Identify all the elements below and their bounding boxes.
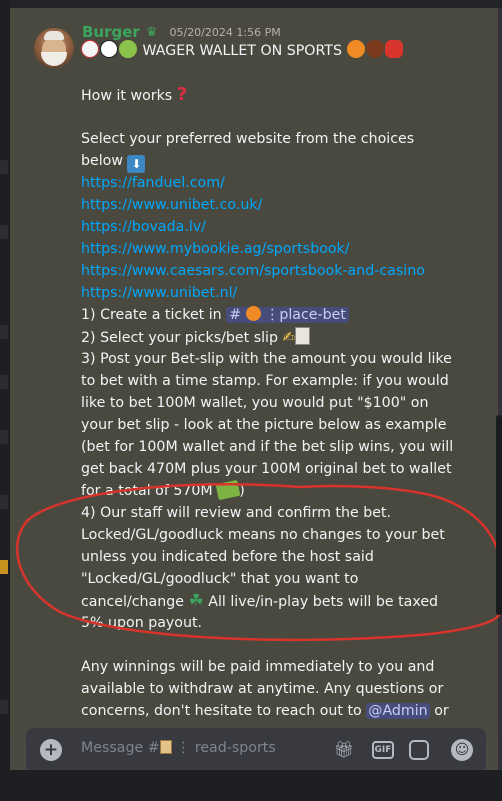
step-3-line: like to bet 100M wallet, you would put "… xyxy=(81,395,429,411)
window-bottom-edge xyxy=(0,770,502,801)
money-with-wings-icon xyxy=(215,479,241,501)
window-top-edge xyxy=(0,0,502,8)
timestamp: 05/20/2024 1:56 PM xyxy=(169,25,281,39)
basketball-icon xyxy=(346,40,365,58)
sticker-icon[interactable] xyxy=(409,740,429,760)
question-mark-icon: ? xyxy=(176,84,188,105)
baseball-icon xyxy=(81,40,99,58)
channel-mention-place-bet[interactable]: # ⋮place-bet xyxy=(226,306,349,323)
step-4-line: unless you indicated before the host sai… xyxy=(81,549,374,565)
message-content: WAGER WALLET ON SPORTS How it works ? Se… xyxy=(81,40,454,722)
step-4-line: Locked/GL/goodluck means no changes to y… xyxy=(81,527,445,543)
link-unibet-uk[interactable]: https://www.unibet.co.uk/ xyxy=(81,197,262,213)
down-arrow-icon: ⬇ xyxy=(127,155,146,173)
step-4-cancel: cancel/change ☘ All live/in-play bets wi… xyxy=(81,591,439,611)
how-it-works: How it works ? xyxy=(81,84,188,105)
gift-icon[interactable]: 🎁︎ xyxy=(333,739,355,761)
step-4-line: 4) Our staff will review and confirm the… xyxy=(81,505,391,521)
add-icon[interactable]: + xyxy=(40,739,62,761)
step-3-line: your bet slip - look at the picture belo… xyxy=(81,417,447,433)
emoji-icon[interactable]: ☺ xyxy=(451,739,473,761)
step-3-line: to bet with a time stamp. For example: i… xyxy=(81,373,449,389)
tennis-ball-icon xyxy=(119,40,137,58)
step-4-line: "Locked/GL/goodluck" that you want to xyxy=(81,571,359,587)
step-1: 1) Create a ticket in # ⋮place-bet xyxy=(81,304,441,326)
select-line-2: below ⬇ xyxy=(81,150,441,173)
step-3-last: for a total of 570M ) xyxy=(81,479,441,502)
winnings-line: Any winnings will be paid immediately to… xyxy=(81,659,435,675)
message-title: WAGER WALLET ON SPORTS xyxy=(142,43,342,59)
scroll-icon xyxy=(159,740,172,754)
boxing-glove-icon xyxy=(384,40,403,58)
step-4-last: 5% upon payout. xyxy=(81,615,203,631)
scrollbar[interactable] xyxy=(496,415,502,615)
basketball-icon xyxy=(245,306,261,321)
crown-icon: ♛ xyxy=(145,24,158,40)
winnings-line: concerns, don't hesitate to reach out to… xyxy=(81,703,449,719)
link-unibet-nl[interactable]: https://www.unibet.nl/ xyxy=(81,285,237,301)
avatar[interactable] xyxy=(34,28,74,68)
link-bovada[interactable]: https://bovada.lv/ xyxy=(81,219,206,235)
soccer-ball-icon xyxy=(100,40,118,58)
username[interactable]: Burger xyxy=(82,23,140,41)
step-3-line: (bet for 100M wallet and if the bet slip… xyxy=(81,439,454,455)
writing-hand-icon: ✍ xyxy=(282,328,296,346)
step-2: 2) Select your picks/bet slip ✍ xyxy=(81,326,441,348)
message-composer[interactable]: + Message # ⋮ read-sports 🎁︎ GIF ☺ xyxy=(26,728,486,772)
select-line: Select your preferred website from the c… xyxy=(81,131,415,147)
four-leaf-clover-icon: ☘ xyxy=(188,591,204,611)
title-line: WAGER WALLET ON SPORTS xyxy=(81,40,441,62)
link-caesars[interactable]: https://www.caesars.com/sportsbook-and-c… xyxy=(81,263,425,279)
step-3-line: 3) Post your Bet-slip with the amount yo… xyxy=(81,351,452,367)
football-icon xyxy=(365,40,384,58)
notepad-icon xyxy=(295,327,311,345)
message-header: Burger ♛ 05/20/2024 1:56 PM xyxy=(82,22,281,42)
link-fanduel[interactable]: https://fanduel.com/ xyxy=(81,175,225,191)
winnings-line: available to withdraw at anytime. Any qu… xyxy=(81,681,444,697)
gif-icon[interactable]: GIF xyxy=(372,741,394,759)
left-window-edge xyxy=(0,0,10,801)
link-mybookie[interactable]: https://www.mybookie.ag/sportsbook/ xyxy=(81,241,350,257)
step-3-line: get back 470M plus your 100M original be… xyxy=(81,461,452,477)
message-input[interactable]: Message # ⋮ read-sports xyxy=(81,740,276,756)
admin-mention[interactable]: @Admin xyxy=(366,703,430,719)
